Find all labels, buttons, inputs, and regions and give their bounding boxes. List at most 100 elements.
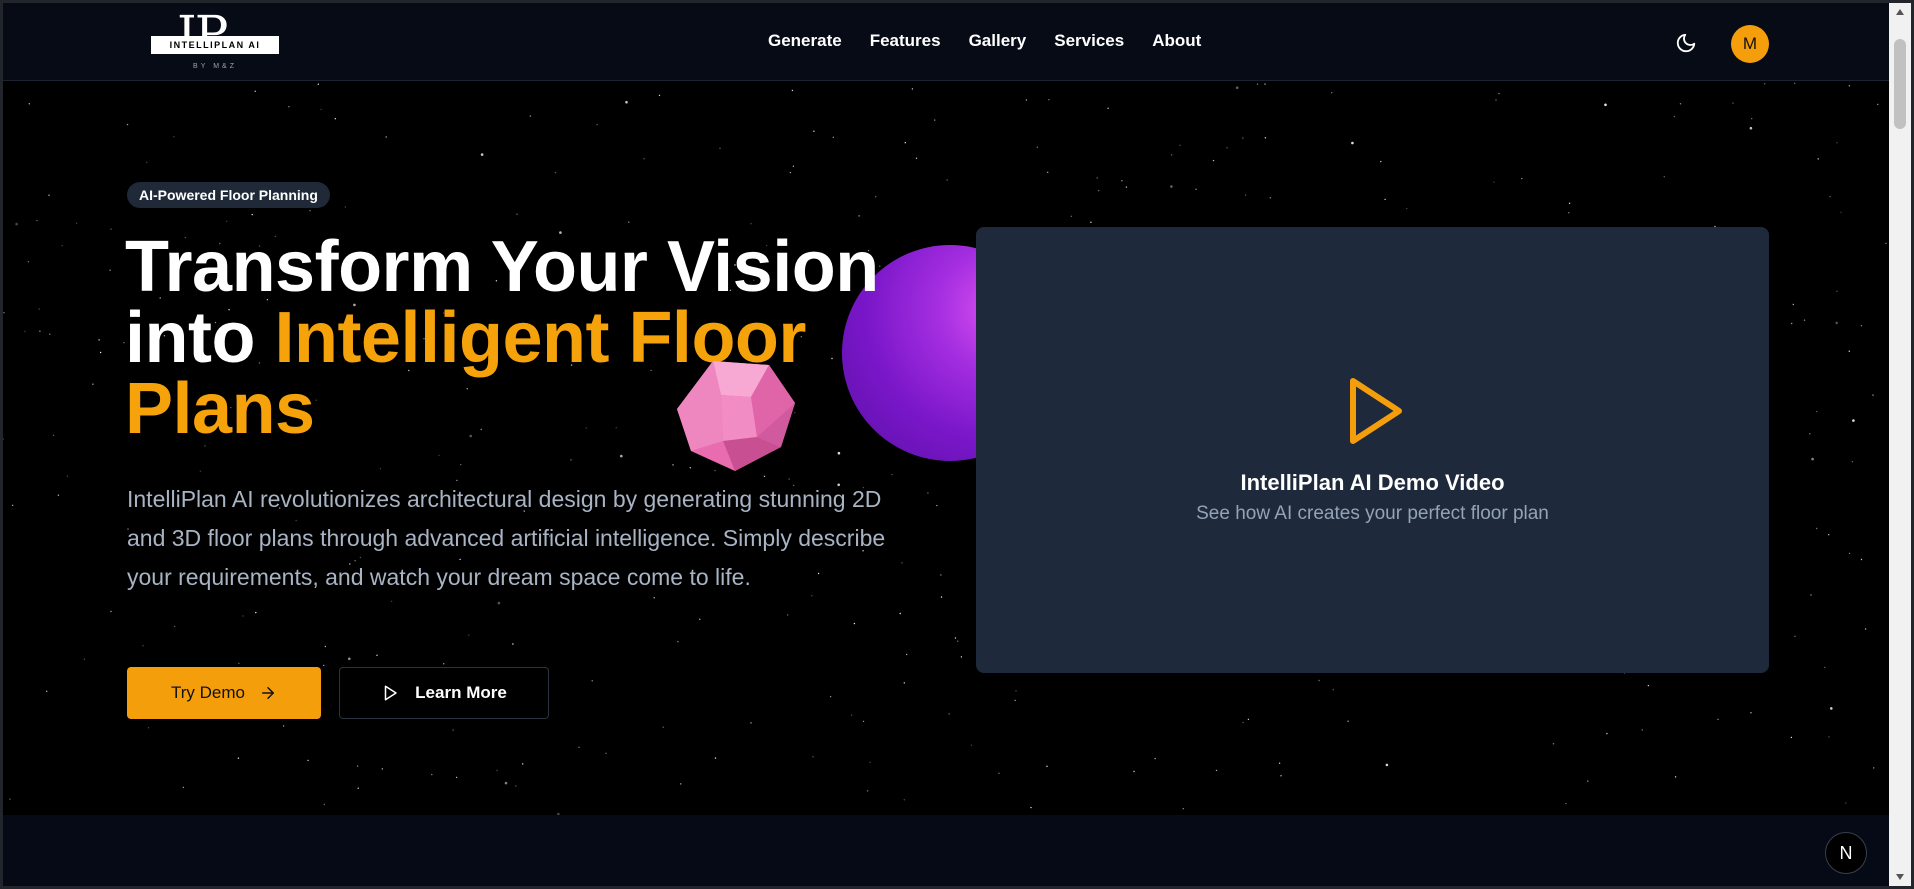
star-dot <box>554 171 557 174</box>
star-dot <box>1836 142 1838 144</box>
star-dot <box>57 494 60 496</box>
star-dot <box>570 459 572 461</box>
star-dot <box>792 165 795 167</box>
star-dot <box>1495 99 1497 101</box>
star-dot <box>1195 188 1197 190</box>
star-dot <box>862 720 865 723</box>
nav-about[interactable]: About <box>1152 31 1201 51</box>
star-dot <box>512 643 514 645</box>
star-dot <box>1242 137 1244 139</box>
star-dot <box>1212 159 1215 162</box>
star-dot <box>1803 319 1806 321</box>
nav-services[interactable]: Services <box>1054 31 1124 51</box>
star-dot <box>1235 86 1239 89</box>
headline-line-1: Transform Your Vision <box>125 227 879 307</box>
star-dot <box>1674 776 1677 778</box>
star-dot <box>1848 85 1851 87</box>
star-dot <box>998 772 1000 774</box>
star-dot <box>468 634 470 636</box>
page-scrollbar[interactable] <box>1889 3 1911 886</box>
star-dot <box>320 108 322 111</box>
star-dot <box>605 752 607 754</box>
star-dot <box>226 220 228 222</box>
intelliplan-logo[interactable]: IP INTELLIPLAN AI BY M&Z <box>151 9 279 75</box>
scroll-up-arrow-icon[interactable] <box>1896 9 1904 15</box>
star-dot <box>516 213 518 215</box>
star-dot <box>1133 770 1135 773</box>
play-icon[interactable] <box>1347 376 1405 446</box>
star-dot <box>620 454 623 458</box>
star-dot <box>1278 762 1281 764</box>
star-dot <box>1860 325 1863 327</box>
star-dot <box>52 434 55 436</box>
scrollbar-thumb[interactable] <box>1894 39 1906 129</box>
star-dot <box>438 454 440 457</box>
star-dot <box>27 261 30 263</box>
star-dot <box>497 601 501 605</box>
star-dot <box>1663 176 1666 178</box>
star-dot <box>317 83 319 85</box>
star-dot <box>238 662 240 665</box>
star-dot <box>915 157 918 159</box>
user-avatar[interactable]: M <box>1731 25 1769 63</box>
star-dot <box>1331 92 1333 94</box>
star-dot <box>1852 419 1855 422</box>
star-dot <box>934 119 936 121</box>
star-dot <box>1679 103 1682 105</box>
star-dot <box>1380 160 1382 163</box>
star-dot <box>126 123 129 126</box>
pink-gem-decoration <box>677 361 795 471</box>
star-dot <box>1242 721 1244 724</box>
star-dot <box>142 645 144 647</box>
star-dot <box>460 463 462 466</box>
star-dot <box>903 799 905 801</box>
star-dot <box>653 597 655 599</box>
star-dot <box>936 504 938 507</box>
star-dot <box>323 803 326 806</box>
star-dot <box>455 776 458 779</box>
star-dot <box>596 124 598 126</box>
star-dot <box>357 787 359 789</box>
scroll-down-arrow-icon[interactable] <box>1896 874 1904 880</box>
star-dot <box>1816 527 1818 530</box>
logo-wordmark: INTELLIPLAN AI <box>151 36 279 54</box>
star-dot <box>1025 99 1028 101</box>
star-dot <box>431 773 433 776</box>
nav-features[interactable]: Features <box>870 31 941 51</box>
star-dot <box>515 785 517 787</box>
star-dot <box>307 759 309 762</box>
star-dot <box>182 786 185 789</box>
theme-toggle-button[interactable] <box>1675 32 1697 54</box>
star-dot <box>1170 154 1173 156</box>
try-demo-button[interactable]: Try Demo <box>127 667 321 719</box>
star-dot <box>1247 718 1250 721</box>
learn-more-button[interactable]: Learn More <box>339 667 549 719</box>
star-dot <box>812 756 814 758</box>
star-dot <box>1090 221 1092 223</box>
star-dot <box>1828 534 1830 536</box>
star-dot <box>1851 461 1854 463</box>
nav-generate[interactable]: Generate <box>768 31 842 51</box>
star-dot <box>948 713 950 715</box>
star-dot <box>1791 322 1793 325</box>
star-dot <box>1046 765 1048 767</box>
star-dot <box>1121 180 1123 182</box>
nav-gallery[interactable]: Gallery <box>969 31 1027 51</box>
star-dot <box>699 618 701 620</box>
video-subtitle: See how AI creates your perfect floor pl… <box>1196 503 1549 524</box>
star-dot <box>324 645 326 648</box>
star-dot <box>786 614 789 616</box>
nextjs-dev-badge[interactable]: N <box>1825 832 1867 874</box>
star-dot <box>504 781 508 785</box>
star-dot <box>719 147 721 149</box>
star-dot <box>28 103 30 105</box>
star-dot <box>901 562 903 564</box>
star-dot <box>1568 212 1570 214</box>
star-dot <box>1264 83 1266 85</box>
star-dot <box>1384 198 1386 201</box>
moon-icon <box>1676 33 1696 53</box>
star-dot <box>24 330 26 333</box>
demo-video-card[interactable]: IntelliPlan AI Demo Video See how AI cre… <box>976 227 1769 673</box>
star-dot <box>1280 775 1282 777</box>
star-dot <box>1125 186 1128 188</box>
